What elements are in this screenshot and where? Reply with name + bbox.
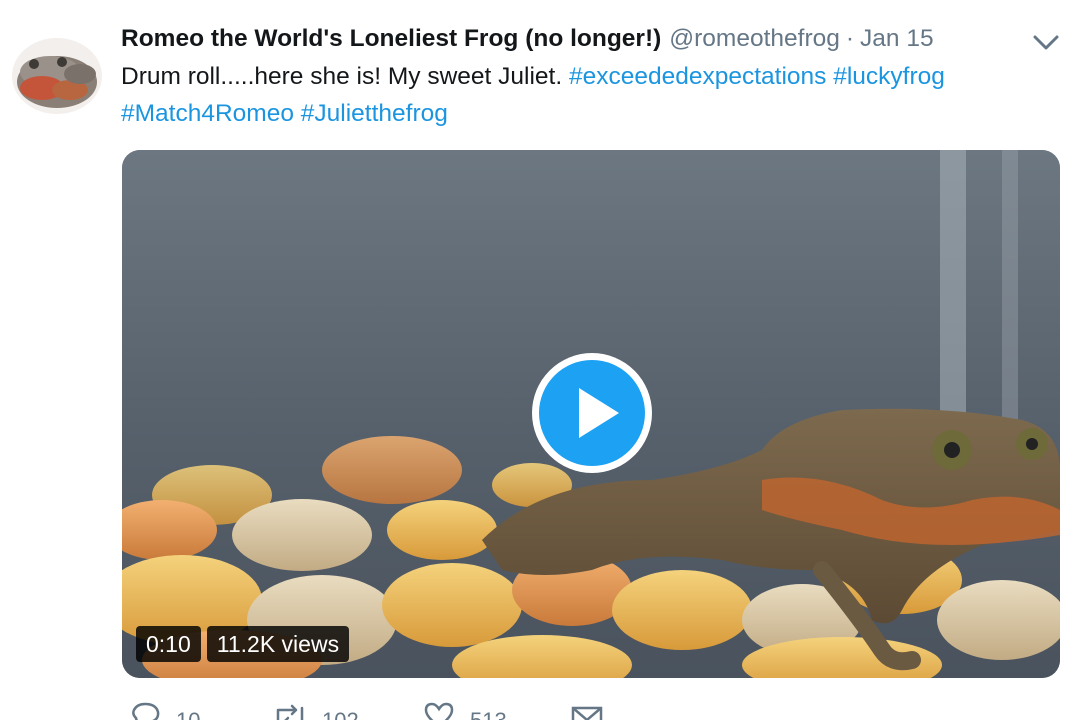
direct-message-button[interactable] bbox=[570, 700, 604, 720]
display-name[interactable]: Romeo the World's Loneliest Frog (no lon… bbox=[121, 25, 661, 53]
reply-count: 10 bbox=[176, 708, 200, 720]
avatar[interactable] bbox=[12, 38, 102, 114]
hashtag-link[interactable]: #Julietthefrog bbox=[301, 100, 448, 127]
like-count: 513 bbox=[470, 708, 507, 720]
tweet-text: Drum roll.....here she is! My sweet Juli… bbox=[121, 58, 1061, 132]
hashtag-link[interactable]: #Match4Romeo bbox=[121, 100, 294, 127]
play-icon bbox=[532, 353, 652, 473]
reply-icon bbox=[132, 702, 160, 720]
user-handle[interactable]: @romeothefrog bbox=[669, 25, 840, 53]
tweet-header: Romeo the World's Loneliest Frog (no lon… bbox=[121, 22, 934, 56]
separator-dot: · bbox=[845, 25, 855, 52]
envelope-icon bbox=[571, 706, 603, 720]
tweet-menu-button[interactable] bbox=[1030, 30, 1062, 54]
play-button[interactable] bbox=[529, 350, 655, 476]
tweet-actions: 10 102 513 bbox=[122, 700, 722, 720]
retweet-icon bbox=[276, 704, 304, 720]
heart-icon bbox=[424, 702, 454, 720]
video-views: 11.2K views bbox=[206, 626, 350, 662]
tweet-date[interactable]: Jan 15 bbox=[860, 25, 934, 53]
video-badges: 0:10 11.2K views bbox=[136, 626, 350, 662]
tweet-body: Drum roll.....here she is! My sweet Juli… bbox=[121, 63, 569, 90]
tweet: Romeo the World's Loneliest Frog (no lon… bbox=[0, 0, 1080, 720]
hashtag-link[interactable]: #luckyfrog bbox=[833, 63, 945, 90]
hashtag-link[interactable]: #exceededexpectations bbox=[569, 63, 826, 90]
retweet-button[interactable]: 102 bbox=[272, 700, 359, 720]
retweet-count: 102 bbox=[322, 708, 359, 720]
chevron-down-icon bbox=[1033, 35, 1059, 50]
video-duration: 0:10 bbox=[136, 626, 201, 662]
reply-button[interactable]: 10 bbox=[128, 700, 200, 720]
video-player[interactable]: 0:10 11.2K views bbox=[122, 150, 1060, 678]
like-button[interactable]: 513 bbox=[422, 700, 507, 720]
